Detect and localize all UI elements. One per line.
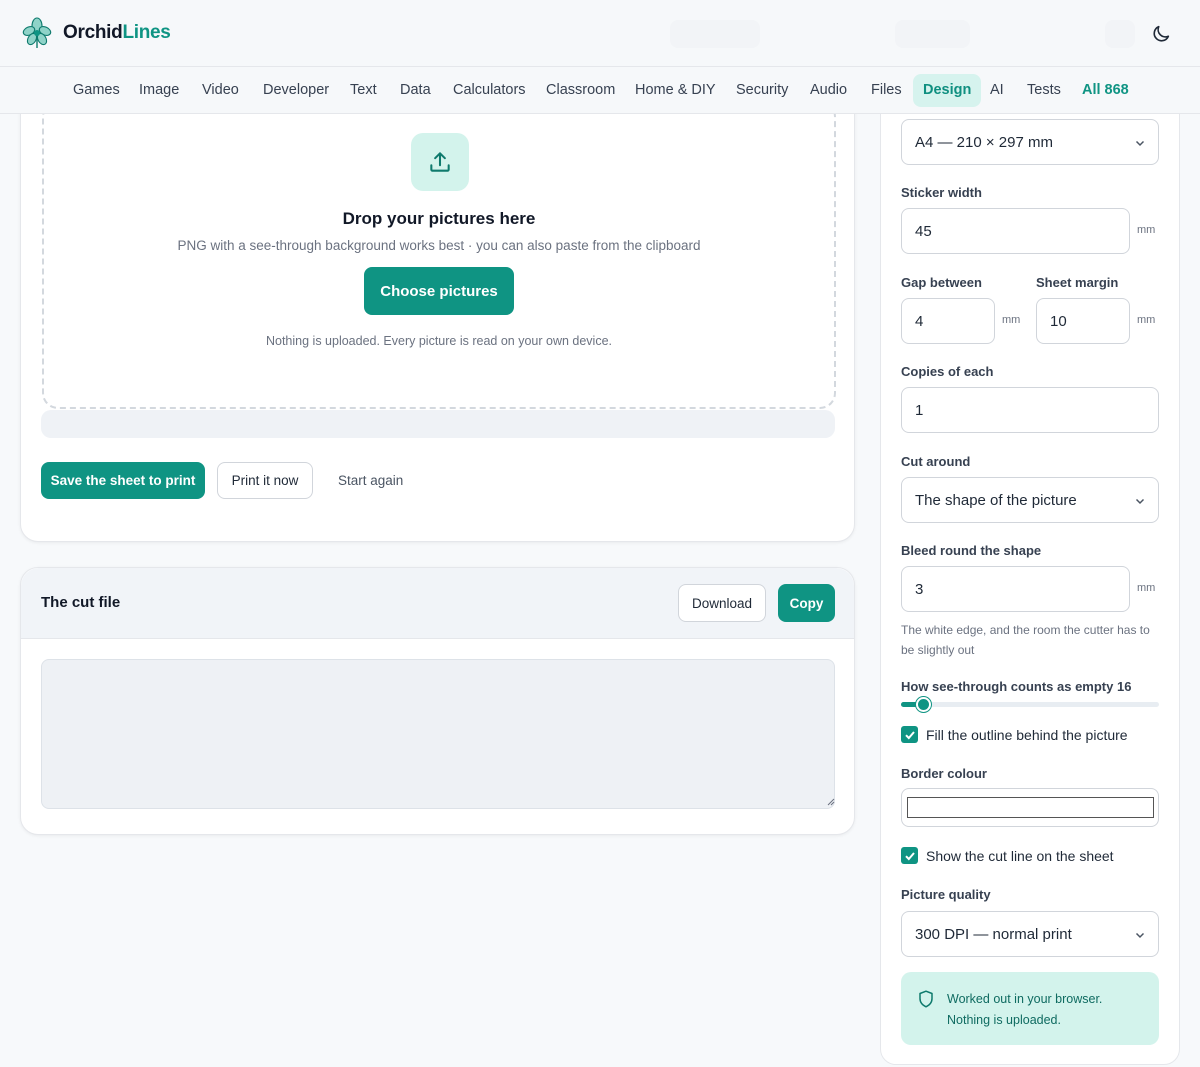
download-button[interactable]: Download <box>678 584 766 622</box>
nav-item-games[interactable]: Games <box>63 74 130 107</box>
unit-label: mm <box>1002 314 1021 326</box>
cut-file-header: The cut file Download Copy <box>21 568 854 639</box>
fill-outline-checkbox[interactable] <box>901 726 918 743</box>
nav-item-calculators[interactable]: Calculators <box>443 74 536 107</box>
copy-button[interactable]: Copy <box>778 584 835 622</box>
transparency-label: How see-through counts as empty 16 <box>901 679 1131 694</box>
bleed-hint: The white edge, and the room the cutter … <box>901 623 1150 657</box>
cut-file-textarea[interactable] <box>41 659 835 809</box>
brand-name-part1: Orchid <box>63 22 123 43</box>
cut-around-label: Cut around <box>901 454 971 469</box>
cut-file-title: The cut file <box>41 594 121 611</box>
upload-badge <box>411 133 469 191</box>
unit-label: mm <box>1137 314 1156 326</box>
checkmark-icon <box>904 730 915 739</box>
picture-drop-zone[interactable]: Drop your pictures here PNG with a see-t… <box>42 101 836 409</box>
copies-label: Copies of each <box>901 364 994 379</box>
nav-item-text[interactable]: Text <box>340 74 387 107</box>
sticker-width-input[interactable]: 45 <box>901 208 1130 254</box>
nav-item-home-diy[interactable]: Home & DIY <box>625 74 726 107</box>
top-bar: OrchidLines <box>0 0 1200 67</box>
fill-outline-label[interactable]: Fill the outline behind the picture <box>926 727 1128 743</box>
nav-item-all[interactable]: All 868 <box>1072 74 1139 107</box>
show-cutline-label[interactable]: Show the cut line on the sheet <box>926 848 1114 864</box>
brand-logo-link[interactable]: OrchidLines <box>22 17 171 49</box>
nav-item-tests[interactable]: Tests <box>1017 74 1071 107</box>
orchid-logo-icon <box>22 17 52 48</box>
chevron-down-icon <box>1135 932 1145 939</box>
picture-quality-value: 300 DPI — normal print <box>915 925 1072 943</box>
sticker-width-label: Sticker width <box>901 185 982 200</box>
paper-size-value: A4 — 210 × 297 mm <box>915 133 1053 151</box>
sheet-margin-input[interactable]: 10 <box>1036 298 1130 344</box>
checkmark-icon <box>904 851 915 860</box>
unit-label: mm <box>1137 224 1156 236</box>
resize-grip-icon[interactable] <box>827 798 835 806</box>
dark-mode-moon-icon[interactable] <box>1150 23 1172 45</box>
privacy-note: Nothing is uploaded. Every picture is re… <box>265 334 613 348</box>
nav-item-data[interactable]: Data <box>390 74 441 107</box>
drop-subtitle: PNG with a see-through background works … <box>177 238 701 253</box>
choose-pictures-button[interactable]: Choose pictures <box>364 267 514 315</box>
transparency-value: 16 <box>1117 679 1132 694</box>
header-blurred-item <box>895 20 970 48</box>
category-nav: Games Image Video Developer Text Data Ca… <box>0 67 1200 114</box>
sticker-sheet-card: Drop your pictures here PNG with a see-t… <box>20 60 855 542</box>
nav-item-security[interactable]: Security <box>726 74 798 107</box>
chevron-down-icon <box>1135 498 1145 505</box>
picture-quality-label: Picture quality <box>901 887 991 902</box>
nav-item-files[interactable]: Files <box>861 74 912 107</box>
bleed-input[interactable]: 3 <box>901 566 1130 612</box>
border-colour-picker[interactable] <box>901 788 1159 827</box>
cut-around-value: The shape of the picture <box>915 491 1077 509</box>
privacy-line-2: Nothing is uploaded. <box>947 1013 1061 1027</box>
nav-item-developer[interactable]: Developer <box>253 74 339 107</box>
privacy-line-1: Worked out in your browser. <box>947 992 1103 1006</box>
gap-input[interactable]: 4 <box>901 298 995 344</box>
privacy-text: Worked out in your browser. Nothing is u… <box>947 989 1147 1031</box>
privacy-notice: Worked out in your browser. Nothing is u… <box>901 972 1159 1045</box>
copies-input[interactable]: 1 <box>901 387 1159 433</box>
upload-progress-strip <box>41 410 835 438</box>
print-now-button[interactable]: Print it now <box>217 462 313 499</box>
brand-name-part2: Lines <box>122 22 171 43</box>
upload-icon <box>430 152 450 172</box>
slider-thumb[interactable] <box>916 697 931 712</box>
paper-size-select[interactable]: A4 — 210 × 297 mm <box>901 119 1159 165</box>
unit-label: mm <box>1137 582 1156 594</box>
border-colour-swatch <box>907 797 1154 818</box>
border-colour-label: Border colour <box>901 766 987 781</box>
nav-item-design[interactable]: Design <box>913 74 982 107</box>
show-cutline-checkbox[interactable] <box>901 847 918 864</box>
nav-item-video[interactable]: Video <box>192 74 249 107</box>
shield-icon <box>919 990 933 1008</box>
transparency-label-text: How see-through counts as empty <box>901 679 1114 694</box>
header-blurred-item <box>670 20 760 48</box>
bleed-label: Bleed round the shape <box>901 543 1042 558</box>
cut-around-select[interactable]: The shape of the picture <box>901 477 1159 523</box>
start-again-button[interactable]: Start again <box>338 462 403 499</box>
nav-item-classroom[interactable]: Classroom <box>536 74 625 107</box>
nav-item-image[interactable]: Image <box>129 74 189 107</box>
nav-item-audio[interactable]: Audio <box>800 74 857 107</box>
gap-label: Gap between <box>901 275 982 290</box>
chevron-down-icon <box>1135 140 1145 147</box>
drop-title: Drop your pictures here <box>342 209 536 228</box>
cut-file-card: The cut file Download Copy <box>20 567 855 835</box>
transparency-slider[interactable] <box>901 697 1159 712</box>
header-blurred-item <box>1105 20 1135 48</box>
nav-item-ai[interactable]: AI <box>980 74 1014 107</box>
brand-name: OrchidLines <box>63 22 171 44</box>
save-sheet-button[interactable]: Save the sheet to print <box>41 462 205 499</box>
sheet-margin-label: Sheet margin <box>1036 275 1119 290</box>
picture-quality-select[interactable]: 300 DPI — normal print <box>901 911 1159 957</box>
